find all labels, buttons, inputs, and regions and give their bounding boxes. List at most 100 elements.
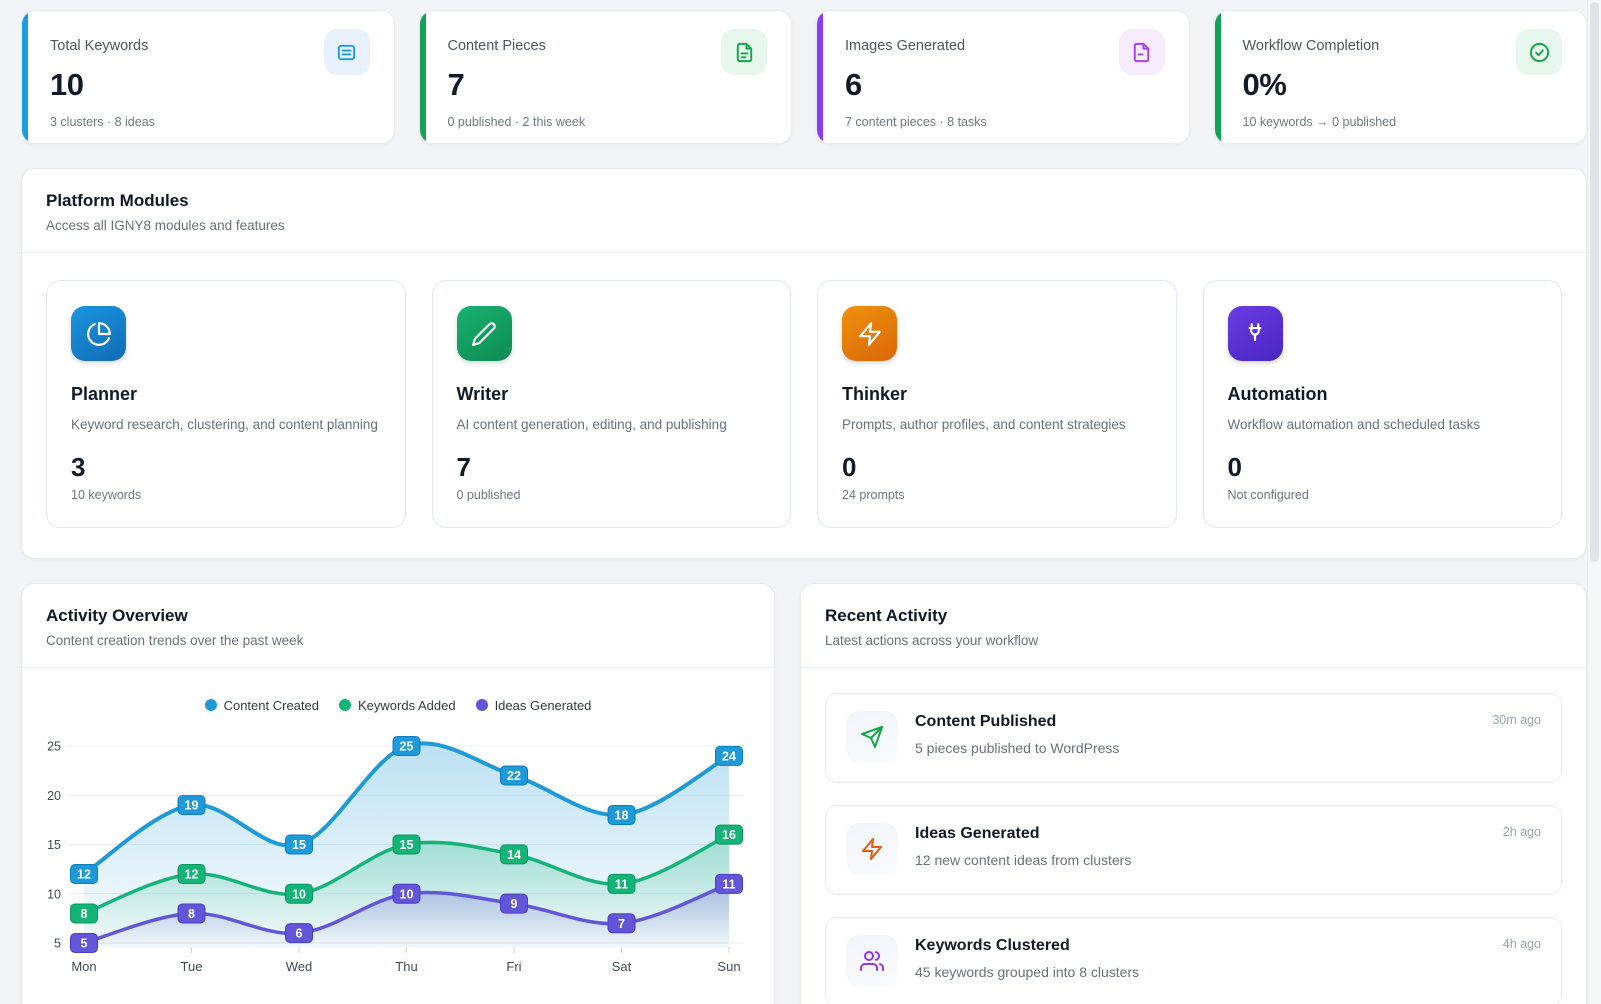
stat-accent-bar: [420, 11, 426, 143]
module-card-automation[interactable]: Automation Workflow automation and sched…: [1203, 280, 1563, 528]
legend-item-keywords-added[interactable]: Keywords Added: [339, 698, 456, 713]
check-circle-icon: [1516, 29, 1562, 75]
svg-text:14: 14: [507, 848, 521, 862]
recent-activity-subtitle: Latest actions across your workflow: [825, 633, 1562, 648]
svg-text:18: 18: [615, 808, 629, 822]
activity-item-ideas-generated[interactable]: Ideas Generated 12 new content ideas fro…: [825, 805, 1562, 895]
stat-accent-bar: [1215, 11, 1221, 143]
modules-title: Platform Modules: [46, 191, 1562, 211]
activity-item-keywords-clustered[interactable]: Keywords Clustered 45 keywords grouped i…: [825, 917, 1562, 1004]
chart-legend: Content Created Keywords Added Ideas Gen…: [22, 668, 774, 713]
module-description: Prompts, author profiles, and content st…: [842, 415, 1152, 436]
svg-text:15: 15: [47, 838, 61, 852]
module-card-writer[interactable]: Writer AI content generation, editing, a…: [432, 280, 792, 528]
plug-icon: [1228, 306, 1283, 361]
svg-text:11: 11: [722, 877, 735, 891]
dashboard-page: Total Keywords 10 3 clusters · 8 ideas C…: [0, 0, 1601, 1004]
svg-text:9: 9: [511, 897, 518, 911]
svg-text:11: 11: [615, 877, 628, 891]
svg-text:Thu: Thu: [395, 959, 417, 974]
pencil-icon: [457, 306, 512, 361]
activity-timestamp: 4h ago: [1503, 937, 1541, 951]
stat-value: 7: [448, 67, 768, 103]
svg-text:Sun: Sun: [717, 959, 740, 974]
module-sub-label: 0 published: [457, 488, 767, 502]
activity-title: Keywords Clustered: [915, 937, 1139, 955]
legend-label: Content Created: [224, 698, 319, 713]
activity-overview-panel: Activity Overview Content creation trend…: [21, 583, 775, 1004]
svg-text:Wed: Wed: [286, 959, 313, 974]
activity-description: 45 keywords grouped into 8 clusters: [915, 964, 1139, 980]
svg-text:10: 10: [400, 887, 414, 901]
stat-card-total-keywords: Total Keywords 10 3 clusters · 8 ideas: [21, 10, 395, 144]
svg-text:22: 22: [507, 769, 521, 783]
list-icon: [324, 29, 370, 75]
activity-timestamp: 2h ago: [1503, 825, 1541, 839]
module-card-thinker[interactable]: Thinker Prompts, author profiles, and co…: [817, 280, 1177, 528]
module-count: 0: [842, 452, 1152, 483]
stat-value: 6: [845, 67, 1165, 103]
stat-title: Workflow Completion: [1243, 38, 1380, 54]
svg-text:15: 15: [292, 838, 306, 852]
legend-dot-blue: [205, 699, 217, 711]
stat-card-workflow-completion: Workflow Completion 0% 10 keywords → 0 p…: [1214, 10, 1588, 144]
svg-text:25: 25: [400, 739, 414, 753]
stat-subtitle: 10 keywords → 0 published: [1243, 115, 1563, 129]
stat-title: Images Generated: [845, 38, 965, 54]
svg-text:19: 19: [185, 799, 199, 813]
svg-text:10: 10: [47, 887, 61, 901]
stat-subtitle: 0 published · 2 this week: [448, 115, 768, 129]
svg-text:Mon: Mon: [71, 959, 96, 974]
stat-value: 10: [50, 67, 370, 103]
file-image-icon: [1119, 29, 1165, 75]
module-count: 3: [71, 452, 381, 483]
recent-activity-list: Content Published 5 pieces published to …: [801, 668, 1586, 1004]
legend-item-ideas-generated[interactable]: Ideas Generated: [476, 698, 592, 713]
legend-label: Ideas Generated: [495, 698, 592, 713]
activity-description: 5 pieces published to WordPress: [915, 740, 1119, 756]
svg-text:6: 6: [296, 927, 303, 941]
legend-dot-purple: [476, 699, 488, 711]
module-description: Workflow automation and scheduled tasks: [1228, 415, 1538, 436]
activity-title: Content Published: [915, 713, 1119, 731]
module-card-planner[interactable]: Planner Keyword research, clustering, an…: [46, 280, 406, 528]
activity-title: Ideas Generated: [915, 825, 1131, 843]
svg-text:15: 15: [400, 838, 414, 852]
svg-text:8: 8: [81, 907, 88, 921]
module-name: Automation: [1228, 384, 1538, 405]
scrollbar-thumb[interactable]: [1590, 2, 1599, 562]
legend-item-content-created[interactable]: Content Created: [205, 698, 319, 713]
module-name: Thinker: [842, 384, 1152, 405]
svg-text:Fri: Fri: [506, 959, 521, 974]
lightning-icon: [846, 823, 898, 875]
modules-subtitle: Access all IGNY8 modules and features: [46, 218, 1562, 233]
module-name: Planner: [71, 384, 381, 405]
legend-dot-green: [339, 699, 351, 711]
svg-text:7: 7: [618, 917, 625, 931]
module-sub-label: 24 prompts: [842, 488, 1152, 502]
users-icon: [846, 935, 898, 987]
lightning-icon: [842, 306, 897, 361]
svg-text:24: 24: [722, 749, 736, 763]
activity-overview-title: Activity Overview: [46, 606, 750, 626]
module-name: Writer: [457, 384, 767, 405]
activity-item-content-published[interactable]: Content Published 5 pieces published to …: [825, 693, 1562, 783]
svg-text:5: 5: [81, 936, 88, 950]
module-count: 7: [457, 452, 767, 483]
pie-chart-icon: [71, 306, 126, 361]
stat-subtitle: 3 clusters · 8 ideas: [50, 115, 370, 129]
activity-description: 12 new content ideas from clusters: [915, 852, 1131, 868]
stat-title: Content Pieces: [448, 38, 546, 54]
svg-text:16: 16: [722, 828, 736, 842]
stat-value: 0%: [1243, 67, 1563, 103]
recent-activity-title: Recent Activity: [825, 606, 1562, 626]
vertical-scrollbar[interactable]: [1587, 0, 1601, 1004]
platform-modules-panel: Platform Modules Access all IGNY8 module…: [21, 168, 1587, 559]
module-description: Keyword research, clustering, and conten…: [71, 415, 381, 436]
modules-grid: Planner Keyword research, clustering, an…: [22, 253, 1586, 558]
svg-text:12: 12: [77, 867, 91, 881]
svg-text:12: 12: [185, 867, 199, 881]
svg-text:10: 10: [292, 887, 306, 901]
stat-card-content-pieces: Content Pieces 7 0 published · 2 this we…: [419, 10, 793, 144]
stat-accent-bar: [22, 11, 28, 143]
